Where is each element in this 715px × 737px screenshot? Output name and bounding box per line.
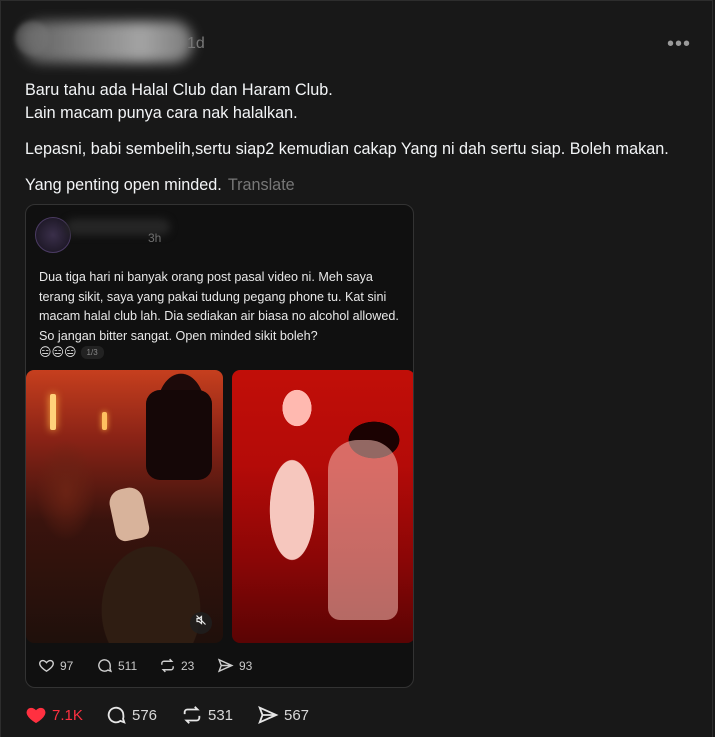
comment-icon	[98, 659, 113, 673]
lamp-light	[50, 394, 56, 430]
more-options-icon[interactable]: •••	[667, 33, 691, 56]
repost-icon	[183, 706, 201, 724]
quoted-like-count: 97	[60, 658, 74, 673]
like-count: 7.1K	[52, 706, 83, 724]
quoted-post-time: 3h	[148, 231, 162, 245]
quoted-post[interactable]: 3h Dua tiga hari ni banyak orang post pa…	[25, 204, 414, 688]
quoted-author-avatar[interactable]	[35, 217, 71, 253]
caption-line: Yang penting open minded.	[25, 176, 222, 194]
blurred-face	[146, 390, 212, 480]
comment-icon	[107, 706, 126, 724]
repost-icon	[161, 658, 174, 673]
repost-button[interactable]: 531	[181, 704, 233, 726]
caption-line: Lepasni, babi sembelih,sertu siap2 kemud…	[25, 140, 669, 158]
share-count: 567	[284, 706, 310, 724]
heart-icon	[26, 707, 46, 724]
media-page-indicator: 1/3	[80, 346, 104, 360]
share-icon	[258, 705, 279, 725]
heart-icon	[39, 659, 54, 673]
quoted-share-button[interactable]: 93	[217, 657, 252, 674]
quoted-repost-button[interactable]: 23	[159, 657, 194, 674]
media-photo-2[interactable]	[232, 370, 413, 643]
post-card: 1d ••• Baru tahu ada Halal Club dan Hara…	[0, 0, 713, 737]
quoted-reply-count: 511	[118, 658, 138, 673]
translate-link[interactable]: Translate	[228, 176, 295, 194]
like-button[interactable]: 7.1K	[25, 704, 83, 726]
quoted-emojis: 😑😑😑	[39, 345, 77, 359]
media-video-1[interactable]	[26, 370, 223, 643]
repost-count: 531	[208, 706, 234, 724]
quoted-post-text: Dua tiga hari ni banyak orang post pasal…	[39, 270, 399, 343]
quoted-like-button[interactable]: 97	[38, 657, 73, 674]
quoted-reply-button[interactable]: 511	[96, 657, 137, 674]
caption-line-with-translate: Yang penting open minded. Translate	[25, 174, 295, 196]
quoted-repost-count: 23	[181, 658, 195, 673]
mute-icon[interactable]	[190, 612, 212, 634]
quoted-emoji-row: 😑😑😑 1/3	[39, 345, 104, 360]
hand-gesture	[106, 485, 152, 543]
reply-count: 576	[132, 706, 158, 724]
figure-silhouette	[328, 440, 398, 620]
caption-line: Baru tahu ada Halal Club dan Haram Club.	[25, 81, 333, 99]
post-time: 1d	[187, 35, 205, 52]
share-button[interactable]: 567	[257, 704, 309, 726]
lamp-light	[102, 412, 107, 430]
quoted-share-count: 93	[239, 658, 253, 673]
reply-button[interactable]: 576	[105, 704, 157, 726]
author-username-redacted[interactable]	[21, 21, 193, 63]
share-icon	[217, 658, 234, 673]
caption-line: Lain macam punya cara nak halalkan.	[25, 104, 298, 122]
